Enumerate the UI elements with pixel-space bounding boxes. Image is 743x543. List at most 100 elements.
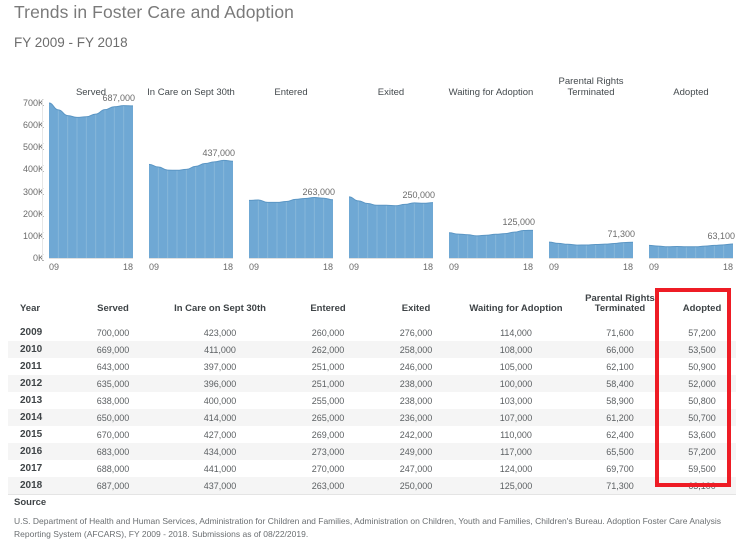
panel-value-label-3: 250,000	[402, 189, 435, 200]
table-cell-r6-c0: 2015	[8, 426, 70, 443]
trends-chart: 0K 100K 200K 300K 400K 500K 600K 700K Served 687…	[0, 76, 743, 276]
table-cell-r4-c1: 638,000	[70, 392, 156, 409]
y-axis-tick-200K: 200K	[22, 208, 44, 219]
chart-panel-4: 125,000 09 18	[449, 76, 535, 276]
table-header-row: Year Served In Care on Sept 30th Entered Exi…	[8, 288, 736, 324]
table-cell-r4-c6: 58,900	[572, 392, 668, 409]
table-cell-r2-c3: 251,000	[284, 358, 372, 375]
table-cell-r3-c3: 251,000	[284, 375, 372, 392]
area-chart-svg-3	[349, 196, 433, 259]
panel-value-label-4: 125,000	[502, 217, 535, 228]
table-cell-r5-c6: 61,200	[572, 409, 668, 426]
table-row: 2010 669,000 411,000 262,000 258,000 108,000 6…	[8, 341, 736, 358]
table-cell-r9-c2: 437,000	[156, 477, 284, 495]
table-cell-r9-c6: 71,300	[572, 477, 668, 495]
x-tick-end-4: 18	[522, 262, 533, 272]
table-row: 2018 687,000 437,000 263,000 250,000 125,000 7…	[8, 477, 736, 495]
table-cell-r9-c0: 2018	[8, 477, 70, 495]
table-cell-r4-c7: 50,800	[668, 392, 736, 409]
table-cell-r3-c2: 396,000	[156, 375, 284, 392]
table-cell-r3-c4: 238,000	[372, 375, 460, 392]
table-cell-r8-c3: 270,000	[284, 460, 372, 477]
y-axis-tick-100K: 100K	[22, 230, 44, 241]
source-text: U.S. Department of Health and Human Serv…	[14, 516, 722, 539]
table-cell-r9-c1: 687,000	[70, 477, 156, 495]
table-cell-r6-c3: 269,000	[284, 426, 372, 443]
table-header-cell-6: Parental Rights Terminated	[572, 288, 668, 324]
data-table: Year Served In Care on Sept 30th Entered Exi…	[8, 288, 736, 495]
table-cell-r0-c6: 71,600	[572, 324, 668, 341]
x-tick-start-0: 09	[49, 262, 60, 272]
x-tick-start-6: 09	[649, 262, 660, 272]
x-tick-start-2: 09	[249, 262, 260, 272]
table-cell-r3-c7: 52,000	[668, 375, 736, 392]
table-cell-r7-c4: 249,000	[372, 443, 460, 460]
table-cell-r9-c7: 63,100	[668, 477, 736, 495]
table-row: 2015 670,000 427,000 269,000 242,000 110,000 6…	[8, 426, 736, 443]
table-header-cell-7: Adopted	[668, 288, 736, 324]
chart-panel-2: 263,000 09 18	[249, 76, 335, 276]
table-cell-r5-c4: 236,000	[372, 409, 460, 426]
area-fill-1	[149, 160, 233, 258]
chart-y-axis: 0K 100K 200K 300K 400K 500K 600K 700K	[0, 76, 44, 276]
table-cell-r1-c0: 2010	[8, 341, 70, 358]
table-cell-r2-c7: 50,900	[668, 358, 736, 375]
table-cell-r5-c5: 107,000	[460, 409, 572, 426]
table-cell-r4-c2: 400,000	[156, 392, 284, 409]
area-chart-svg-1	[149, 159, 233, 259]
table-cell-r8-c6: 69,700	[572, 460, 668, 477]
y-axis-tick-400K: 400K	[22, 164, 44, 175]
y-axis-tick-500K: 500K	[22, 142, 44, 153]
area-chart-svg-4	[449, 229, 533, 259]
table-cell-r5-c2: 414,000	[156, 409, 284, 426]
page-title: Trends in Foster Care and Adoption	[14, 2, 294, 22]
chart-panel-1: 437,000 09 18	[149, 76, 235, 276]
table-cell-r0-c5: 114,000	[460, 324, 572, 341]
table-row: 2009 700,000 423,000 260,000 276,000 114,000 7…	[8, 324, 736, 341]
chart-panel-5: 71,300 09 18	[549, 76, 635, 276]
table-cell-r3-c1: 635,000	[70, 375, 156, 392]
table-cell-r2-c0: 2011	[8, 358, 70, 375]
y-axis-tick-700K: 700K	[22, 98, 44, 108]
data-table-container: Year Served In Care on Sept 30th Entered Exi…	[0, 288, 743, 495]
report-page: Trends in Foster Care and Adoption FY 20…	[0, 0, 743, 543]
area-chart-svg-0	[49, 102, 133, 259]
table-header-cell-0: Year	[8, 288, 70, 324]
table-header-cell-5: Waiting for Adoption	[460, 288, 572, 324]
panel-value-label-1: 437,000	[202, 148, 235, 159]
x-tick-end-6: 18	[722, 262, 733, 272]
table-cell-r2-c6: 62,100	[572, 358, 668, 375]
table-cell-r4-c0: 2013	[8, 392, 70, 409]
page-subtitle: FY 2009 - FY 2018	[14, 35, 128, 50]
table-cell-r1-c3: 262,000	[284, 341, 372, 358]
table-row: 2017 688,000 441,000 270,000 247,000 124,000 6…	[8, 460, 736, 477]
table-cell-r7-c6: 65,500	[572, 443, 668, 460]
table-cell-r2-c5: 105,000	[460, 358, 572, 375]
table-row: 2011 643,000 397,000 251,000 246,000 105,000 6…	[8, 358, 736, 375]
table-cell-r1-c1: 669,000	[70, 341, 156, 358]
table-row: 2014 650,000 414,000 265,000 236,000 107,000 6…	[8, 409, 736, 426]
table-cell-r8-c0: 2017	[8, 460, 70, 477]
table-cell-r9-c4: 250,000	[372, 477, 460, 495]
x-tick-end-2: 18	[322, 262, 333, 272]
table-cell-r1-c2: 411,000	[156, 341, 284, 358]
table-cell-r8-c4: 247,000	[372, 460, 460, 477]
table-cell-r4-c4: 238,000	[372, 392, 460, 409]
area-fill-0	[49, 103, 133, 258]
table-cell-r6-c5: 110,000	[460, 426, 572, 443]
chart-panel-6: 63,100 09 18	[649, 76, 735, 276]
table-body: 2009 700,000 423,000 260,000 276,000 114,000 7…	[8, 324, 736, 495]
table-cell-r6-c6: 62,400	[572, 426, 668, 443]
y-axis-tick-600K: 600K	[22, 120, 44, 131]
table-cell-r8-c5: 124,000	[460, 460, 572, 477]
x-tick-start-5: 09	[549, 262, 560, 272]
panel-value-label-2: 263,000	[302, 186, 335, 197]
table-cell-r8-c7: 59,500	[668, 460, 736, 477]
table-cell-r1-c4: 258,000	[372, 341, 460, 358]
table-cell-r3-c6: 58,400	[572, 375, 668, 392]
x-tick-end-0: 18	[122, 262, 133, 272]
table-cell-r5-c1: 650,000	[70, 409, 156, 426]
table-cell-r0-c1: 700,000	[70, 324, 156, 341]
table-header-cell-2: In Care on Sept 30th	[156, 288, 284, 324]
table-cell-r0-c4: 276,000	[372, 324, 460, 341]
